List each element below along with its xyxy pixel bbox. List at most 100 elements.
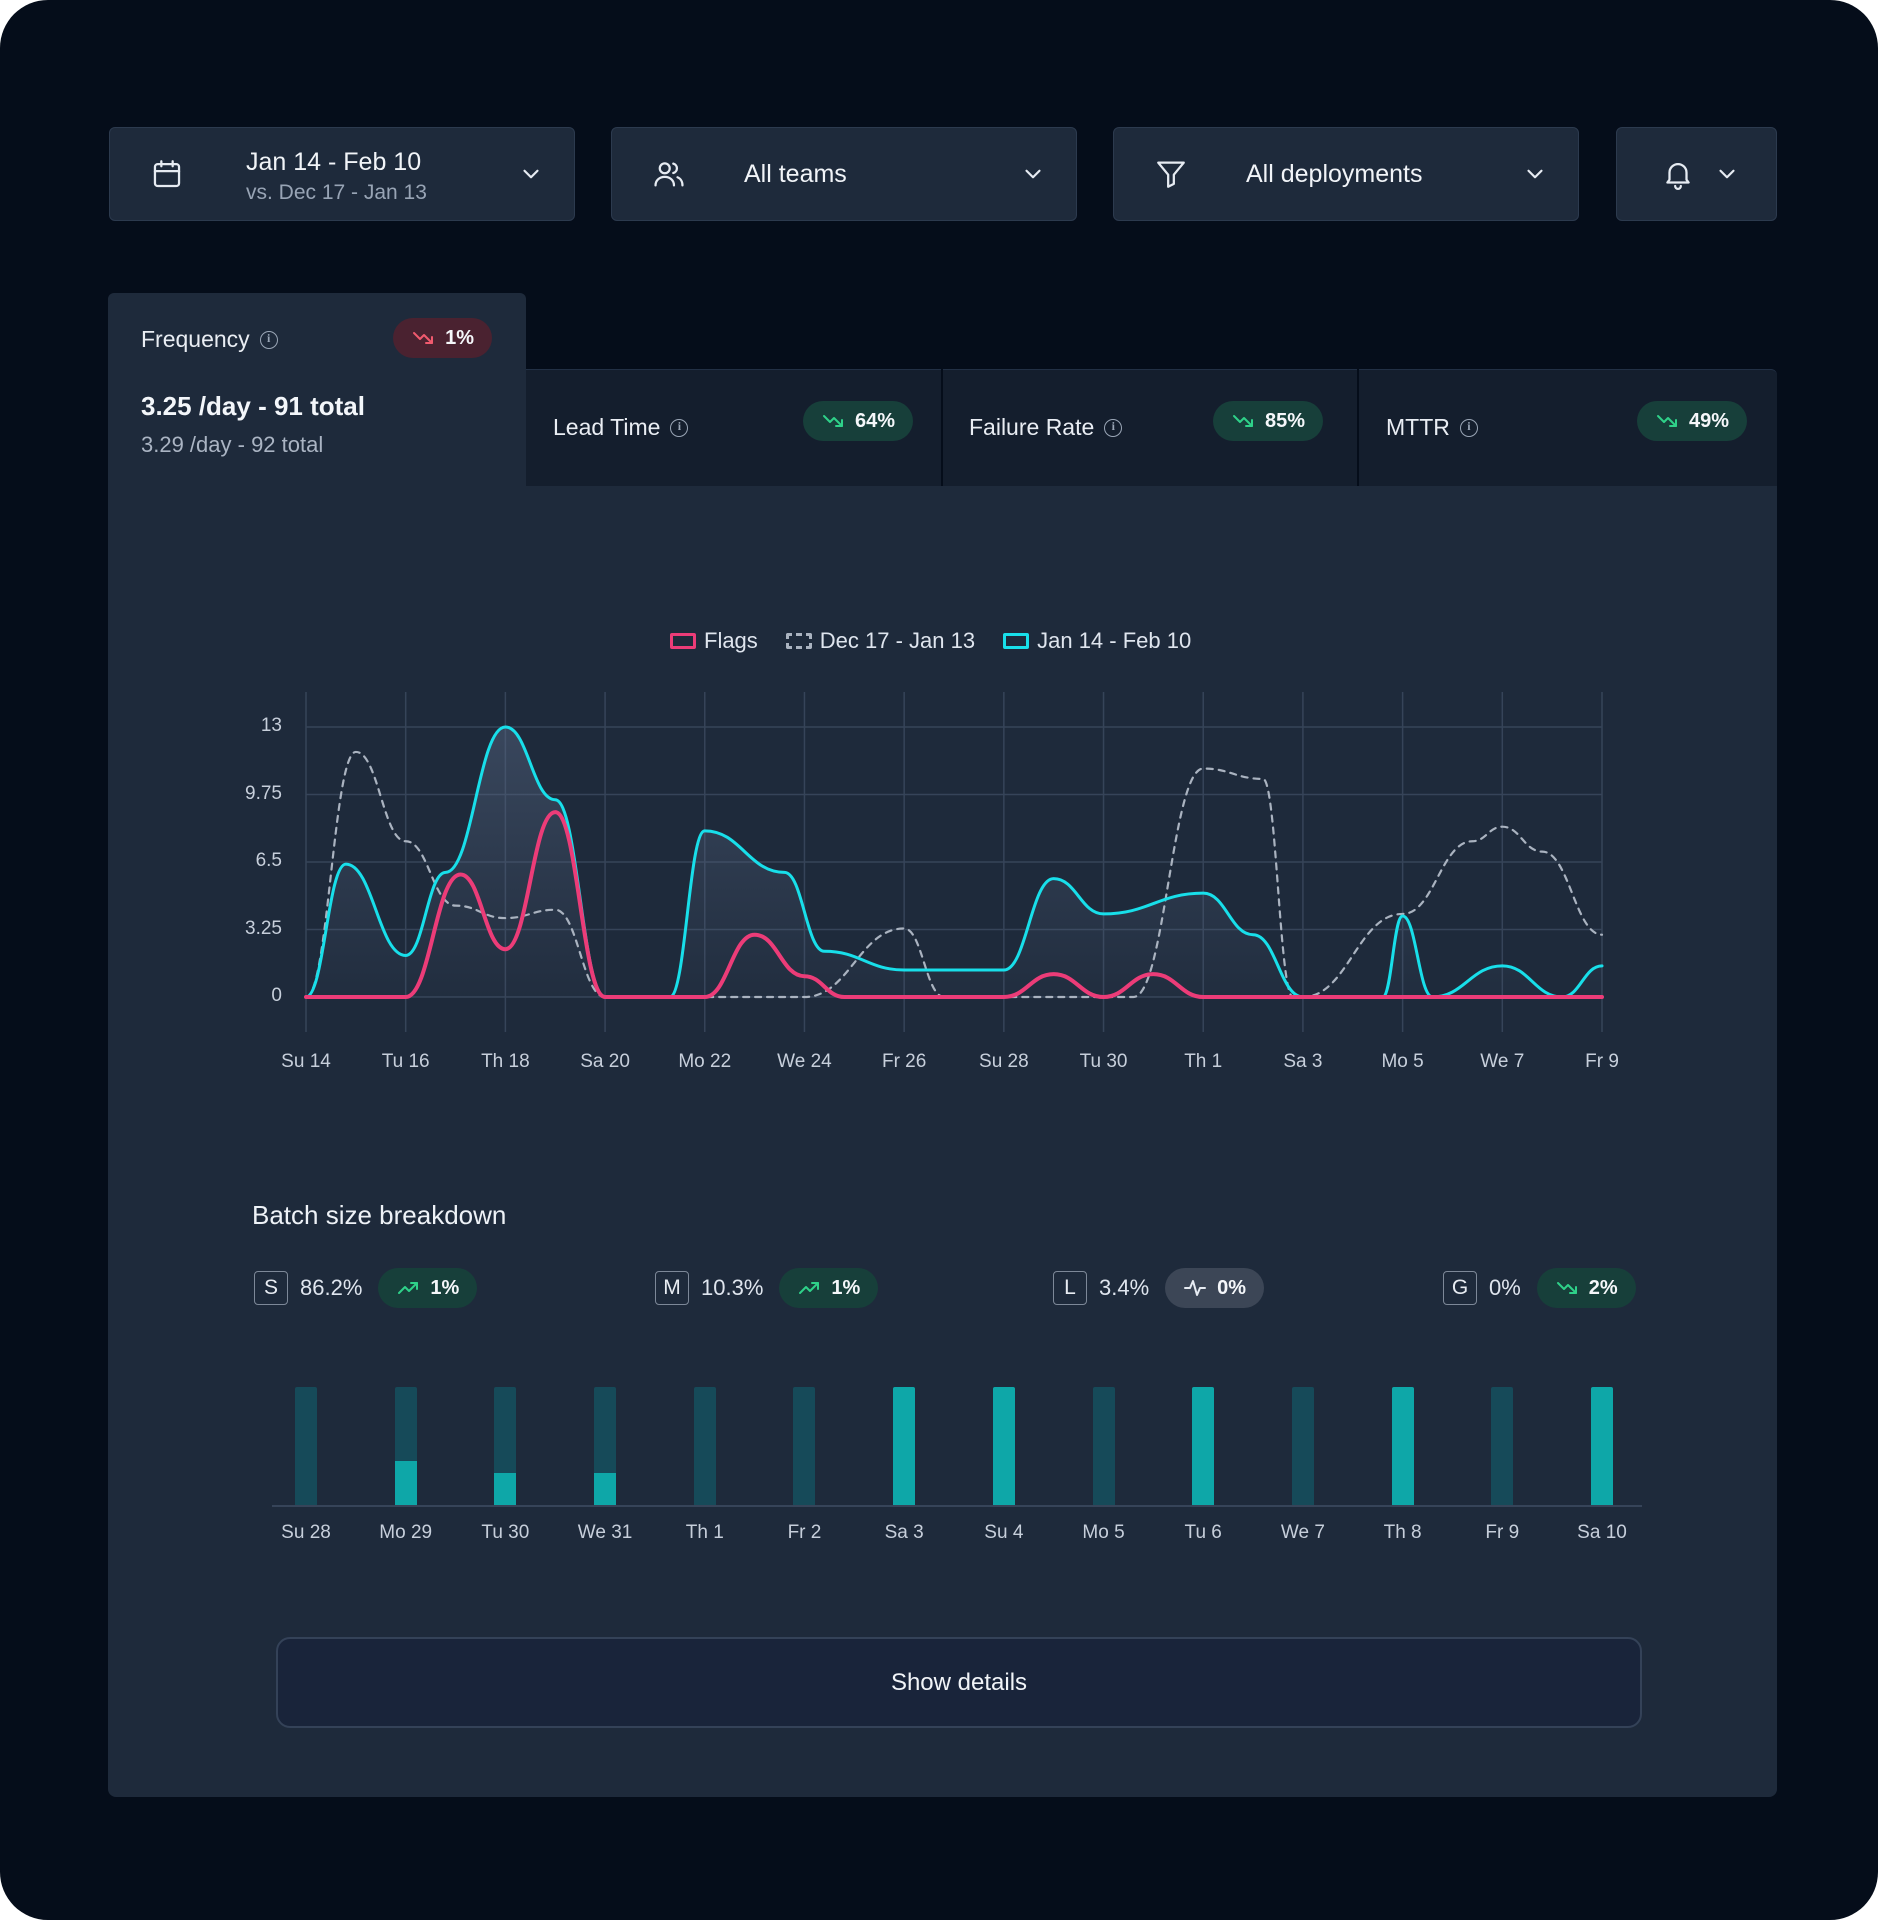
batch-bar[interactable] bbox=[494, 1387, 517, 1505]
batch-size-s: S 86.2% 1% bbox=[254, 1268, 478, 1308]
batch-bar[interactable] bbox=[1092, 1387, 1115, 1505]
batch-bar[interactable] bbox=[793, 1387, 816, 1505]
tab-label: Frequency bbox=[141, 326, 250, 352]
legend-item-current[interactable]: Jan 14 - Feb 10 bbox=[1003, 628, 1191, 654]
legend-swatch bbox=[785, 633, 812, 649]
change-badge: 1% bbox=[393, 318, 492, 358]
size-key: M bbox=[655, 1271, 689, 1305]
batch-size-title: Batch size breakdown bbox=[252, 1200, 507, 1230]
teams-label: All teams bbox=[744, 159, 847, 188]
chevron-down-icon bbox=[1527, 169, 1543, 179]
frequency-previous-value: 3.29 /day - 92 total bbox=[141, 432, 324, 457]
batch-bar-fill bbox=[494, 1473, 517, 1505]
bar-label: We 31 bbox=[577, 1522, 633, 1543]
tab-label: Failure Rate bbox=[969, 414, 1095, 440]
trend-down-icon bbox=[413, 332, 434, 344]
x-tick-label: Tu 30 bbox=[1079, 1051, 1128, 1072]
bar-label: Fr 2 bbox=[787, 1522, 822, 1543]
x-tick-label: Mo 22 bbox=[678, 1051, 732, 1072]
batch-bar-fill bbox=[992, 1387, 1015, 1505]
bar-label: Tu 30 bbox=[481, 1522, 530, 1543]
bell-icon bbox=[1666, 163, 1690, 190]
frequency-value: 3.25 /day - 91 total bbox=[141, 391, 365, 421]
deployments-filter[interactable]: All deployments bbox=[1113, 127, 1579, 221]
trend-up-icon bbox=[398, 1282, 419, 1294]
x-tick-label: We 7 bbox=[1480, 1051, 1525, 1072]
info-icon[interactable] bbox=[1459, 418, 1478, 437]
x-tick-label: Th 1 bbox=[1184, 1051, 1223, 1072]
y-tick-label: 6.5 bbox=[255, 850, 282, 871]
batch-bar[interactable] bbox=[594, 1387, 617, 1505]
y-tick-label: 3.25 bbox=[245, 917, 282, 939]
bar-axis-line bbox=[272, 1505, 1642, 1507]
y-tick-label: 0 bbox=[271, 985, 282, 1006]
bar-label: We 7 bbox=[1280, 1522, 1325, 1543]
change-badge: 2% bbox=[1536, 1268, 1636, 1308]
batch-bar[interactable] bbox=[1291, 1387, 1314, 1505]
x-tick-label: Su 14 bbox=[281, 1051, 331, 1072]
size-percent: 86.2% bbox=[300, 1275, 363, 1300]
tab-mttr[interactable]: MTTR 49% bbox=[1359, 369, 1777, 487]
change-badge: 1% bbox=[779, 1268, 879, 1308]
info-icon[interactable] bbox=[259, 330, 278, 349]
batch-bar[interactable] bbox=[295, 1387, 317, 1505]
bar-label: Mo 29 bbox=[379, 1522, 433, 1543]
x-tick-label: Tu 16 bbox=[381, 1051, 430, 1072]
legend-item-flags[interactable]: Flags bbox=[670, 628, 758, 654]
change-badge: 49% bbox=[1636, 401, 1747, 441]
tab-frequency[interactable]: Frequency 1% 3.25 /day - 91 total 3.29 /… bbox=[108, 293, 526, 493]
x-tick-label: Fr 9 bbox=[1585, 1051, 1619, 1072]
chevron-down-icon bbox=[523, 169, 539, 179]
legend-item-previous[interactable]: Dec 17 - Jan 13 bbox=[785, 628, 975, 654]
batch-bar-fill bbox=[594, 1473, 617, 1505]
change-badge: 0% bbox=[1165, 1268, 1265, 1308]
x-tick-label: Su 28 bbox=[979, 1051, 1029, 1072]
batch-bar[interactable] bbox=[394, 1387, 417, 1505]
chevron-down-icon bbox=[1025, 169, 1041, 179]
change-badge: 64% bbox=[802, 401, 913, 441]
alerts-button[interactable] bbox=[1616, 127, 1777, 221]
batch-bar-fill bbox=[394, 1461, 417, 1505]
size-percent: 3.4% bbox=[1099, 1275, 1150, 1300]
teams-filter[interactable]: All teams bbox=[611, 127, 1077, 221]
batch-size-l: L 3.4% 0% bbox=[1053, 1268, 1265, 1308]
bar-label: Sa 3 bbox=[884, 1522, 924, 1543]
bar-label: Mo 5 bbox=[1082, 1522, 1125, 1543]
bar-label: Su 28 bbox=[281, 1522, 331, 1543]
trend-down-icon bbox=[1232, 415, 1253, 427]
show-details-button[interactable]: Show details bbox=[276, 1637, 1642, 1728]
bar-label: Sa 10 bbox=[1577, 1522, 1627, 1543]
info-icon[interactable] bbox=[670, 418, 689, 437]
bar-label: Th 8 bbox=[1383, 1522, 1422, 1543]
y-tick-label: 9.75 bbox=[245, 782, 282, 804]
y-tick-label: 13 bbox=[260, 715, 282, 736]
bar-label: Tu 6 bbox=[1184, 1522, 1222, 1543]
calendar-icon bbox=[153, 160, 181, 188]
batch-bar[interactable] bbox=[1591, 1387, 1613, 1505]
batch-bar[interactable] bbox=[992, 1387, 1015, 1505]
x-tick-label: Sa 3 bbox=[1283, 1051, 1323, 1072]
info-icon[interactable] bbox=[1104, 418, 1123, 437]
batch-bar-fill bbox=[893, 1387, 916, 1505]
batch-bar[interactable] bbox=[1192, 1387, 1215, 1505]
size-key: G bbox=[1443, 1271, 1477, 1305]
batch-bar[interactable] bbox=[893, 1387, 916, 1505]
date-range-filter[interactable]: Jan 14 - Feb 10 vs. Dec 17 - Jan 13 bbox=[109, 127, 575, 221]
size-percent: 0% bbox=[1489, 1275, 1521, 1300]
trend-down-icon bbox=[1656, 415, 1677, 427]
batch-bar[interactable] bbox=[1391, 1387, 1414, 1505]
bar-label: Fr 9 bbox=[1485, 1522, 1520, 1543]
batch-bar[interactable] bbox=[1491, 1387, 1514, 1505]
batch-bar[interactable] bbox=[693, 1387, 716, 1505]
batch-bar-fill bbox=[1192, 1387, 1215, 1505]
metrics-panel bbox=[108, 486, 1777, 1797]
deployments-label: All deployments bbox=[1246, 159, 1423, 188]
x-tick-label: Sa 20 bbox=[580, 1051, 630, 1072]
x-tick-label: Th 18 bbox=[481, 1051, 530, 1072]
size-key: S bbox=[254, 1271, 288, 1305]
tab-failure-rate[interactable]: Failure Rate 85% bbox=[943, 369, 1357, 487]
activity-icon bbox=[1184, 1280, 1207, 1296]
tab-lead-time[interactable]: Lead Time 64% bbox=[526, 369, 941, 487]
bar-label: Th 1 bbox=[685, 1522, 724, 1543]
legend-swatch bbox=[1003, 633, 1030, 649]
